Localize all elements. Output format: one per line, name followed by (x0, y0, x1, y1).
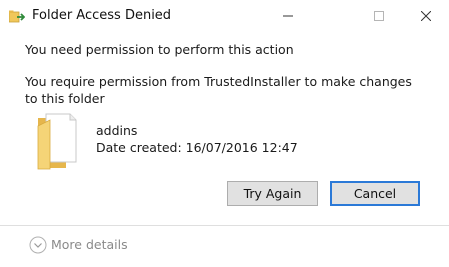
folder-move-icon (8, 9, 26, 23)
folder-icon (36, 112, 86, 170)
cancel-button[interactable]: Cancel (330, 181, 420, 206)
dialog-message: You require permission from TrustedInsta… (25, 74, 412, 106)
title-bar[interactable]: Folder Access Denied (0, 0, 449, 32)
close-button[interactable] (403, 0, 449, 32)
minimize-icon (283, 15, 293, 17)
item-name: addins (96, 123, 138, 138)
maximize-button[interactable] (356, 0, 402, 32)
more-details-label: More details (51, 237, 128, 252)
close-icon (421, 11, 431, 21)
minimize-button[interactable] (265, 0, 311, 32)
item-date-created: Date created: 16/07/2016 12:47 (96, 140, 298, 155)
folder-access-denied-dialog: Folder Access Denied You need permission… (0, 0, 449, 267)
chevron-down-icon (29, 236, 47, 254)
try-again-button[interactable]: Try Again (227, 181, 318, 206)
maximize-icon (374, 11, 384, 21)
dialog-heading: You need permission to perform this acti… (25, 42, 294, 57)
window-title: Folder Access Denied (32, 8, 172, 23)
